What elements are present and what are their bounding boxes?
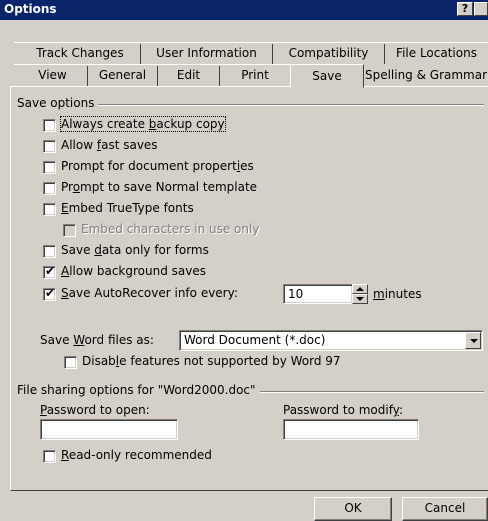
page-top-edge-right <box>364 86 488 87</box>
embed-truetype-label[interactable]: Embed TrueType fonts <box>61 201 194 215</box>
cancel-button[interactable]: Cancel <box>402 497 488 521</box>
title-bar: Options ? <box>0 0 488 20</box>
password-modify-input[interactable] <box>283 419 419 440</box>
spin-up-icon <box>356 287 364 291</box>
tab-save[interactable]: Save <box>290 64 364 88</box>
tab-file-locations[interactable]: File Locations <box>385 44 488 64</box>
prompt-document-properties-checkbox[interactable] <box>43 161 56 174</box>
close-button[interactable] <box>474 2 488 16</box>
save-data-forms-checkbox[interactable] <box>43 245 56 258</box>
password-modify-label: Password to modify: <box>283 403 404 417</box>
prompt-normal-template-checkbox[interactable] <box>43 182 56 195</box>
embed-truetype-checkbox[interactable] <box>43 203 56 216</box>
disable-features-checkbox[interactable] <box>64 356 77 369</box>
readonly-recommended-checkbox[interactable] <box>43 450 56 463</box>
always-backup-checkbox[interactable] <box>43 119 56 132</box>
tab-track-changes[interactable]: Track Changes <box>20 44 141 64</box>
tab-spelling-grammar[interactable]: Spelling & Grammar <box>364 66 488 86</box>
tab-view[interactable]: View <box>18 66 88 86</box>
allow-fast-saves-label[interactable]: Allow fast saves <box>61 138 158 152</box>
save-options-label: Save options <box>17 96 99 110</box>
tab-general[interactable]: General <box>88 66 158 86</box>
save-word-files-label: Save Word files as: <box>40 333 154 347</box>
save-format-dropdown-button[interactable] <box>465 332 481 349</box>
embed-characters-checkbox <box>63 224 76 237</box>
tab-edit[interactable]: Edit <box>158 66 220 86</box>
allow-background-saves-label[interactable]: Allow background saves <box>61 264 206 278</box>
password-open-input[interactable] <box>40 419 178 440</box>
tabrow-top-edge <box>14 42 488 43</box>
embed-characters-label: Embed characters in use only <box>81 222 260 236</box>
page-top-edge-left <box>10 86 290 87</box>
tab-user-information[interactable]: User Information <box>141 44 273 64</box>
readonly-recommended-label[interactable]: Read-only recommended <box>61 448 212 462</box>
prompt-document-properties-label[interactable]: Prompt for document properties <box>61 159 254 173</box>
chevron-down-icon <box>470 339 478 343</box>
save-data-forms-label[interactable]: Save data only for forms <box>61 243 209 257</box>
prompt-normal-template-label[interactable]: Prompt to save Normal template <box>61 180 257 194</box>
tab-compatibility[interactable]: Compatibility <box>273 44 385 64</box>
checkmark-icon: ✔ <box>45 264 56 278</box>
disable-features-label[interactable]: Disable features not supported by Word 9… <box>82 354 341 368</box>
spin-down-button[interactable] <box>352 294 368 304</box>
always-backup-label[interactable]: Always create backup copy <box>60 116 226 132</box>
tabrow2-top-edge <box>14 64 290 65</box>
tab-print[interactable]: Print <box>220 66 290 86</box>
window-title: Options <box>4 2 57 16</box>
password-open-label: Password to open: <box>40 403 150 417</box>
ok-button[interactable]: OK <box>314 497 392 521</box>
file-sharing-label: File sharing options for "Word2000.doc" <box>17 383 260 397</box>
allow-background-saves-checkbox[interactable]: ✔ <box>43 264 56 279</box>
save-autorecover-checkbox[interactable]: ✔ <box>43 286 56 301</box>
save-format-select[interactable]: Word Document (*.doc) <box>179 330 483 351</box>
autorecover-minutes-input[interactable]: 10 <box>283 284 353 304</box>
help-button[interactable]: ? <box>457 2 473 16</box>
minutes-label: minutes <box>373 287 422 301</box>
save-autorecover-label[interactable]: Save AutoRecover info every: <box>61 286 238 300</box>
checkmark-icon: ✔ <box>45 286 56 300</box>
spin-up-button[interactable] <box>352 284 368 294</box>
allow-fast-saves-checkbox[interactable] <box>43 140 56 153</box>
spin-down-icon <box>356 297 364 301</box>
